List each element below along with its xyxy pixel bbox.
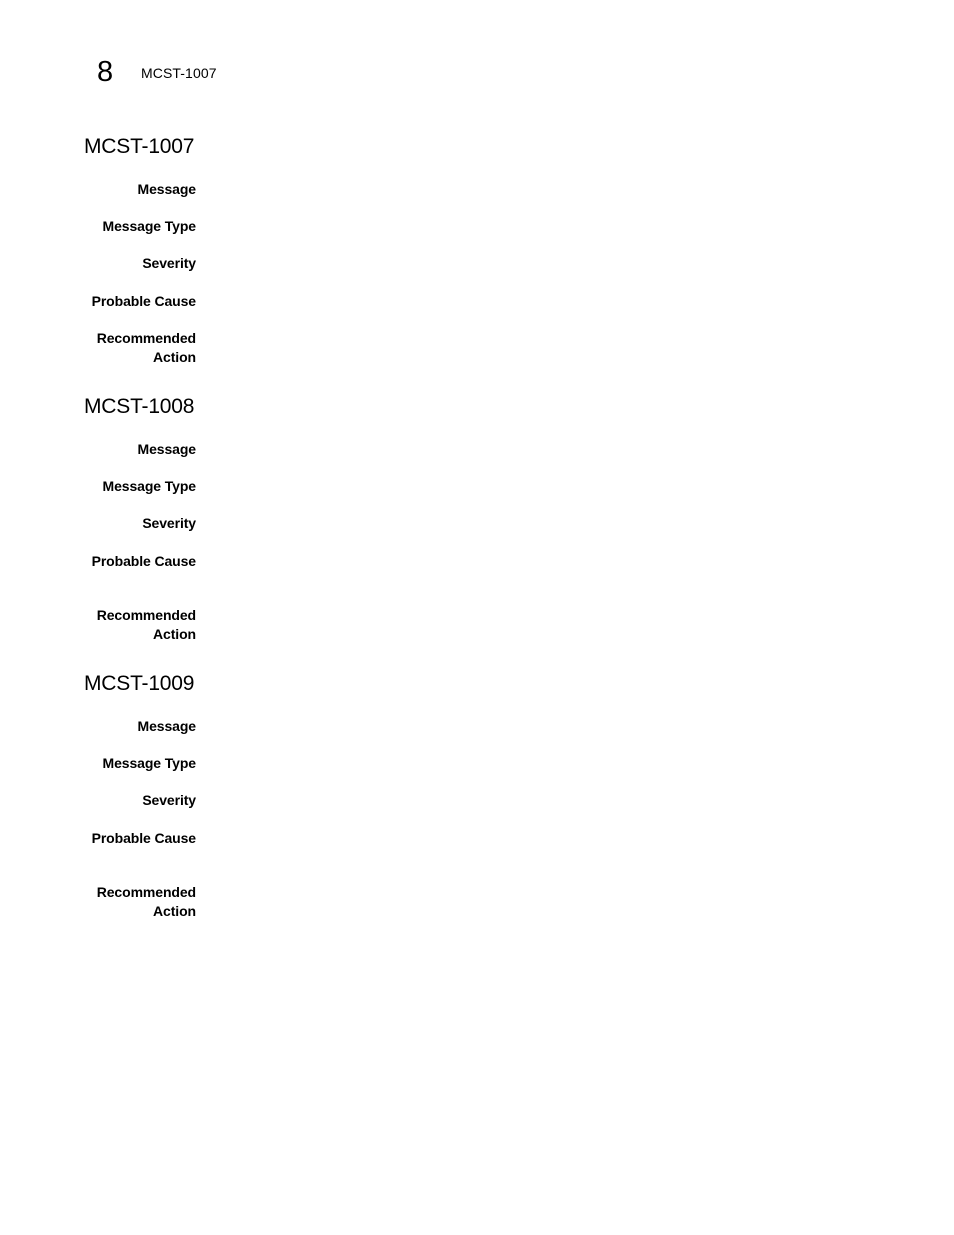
field-label-recommended-action: Recommended Action: [84, 883, 196, 921]
section-title: MCST-1008: [84, 395, 195, 418]
label-line: Action: [153, 903, 196, 919]
section-title: MCST-1007: [84, 135, 195, 158]
field-label-severity: Severity: [142, 515, 196, 531]
field-label-message: Message: [137, 718, 197, 734]
field-label-probable-cause: Probable Cause: [91, 553, 197, 569]
label-line: Recommended: [96, 330, 196, 346]
field-label-recommended-action: Recommended Action: [84, 606, 196, 644]
message-section: MCST-1009 Message Message Type Severity …: [84, 671, 884, 919]
field-label-message-type: Message Type: [102, 755, 197, 771]
field-label-probable-cause: Probable Cause: [91, 293, 197, 309]
field-label-probable-cause: Probable Cause: [91, 830, 197, 846]
field-label-message: Message: [137, 181, 197, 197]
running-title: MCST-1007: [141, 65, 217, 81]
section-title: MCST-1009: [84, 672, 195, 695]
label-line: Recommended: [96, 607, 196, 623]
label-line: Action: [153, 349, 196, 365]
field-label-severity: Severity: [142, 792, 196, 808]
message-section: MCST-1007 Message Message Type Severity …: [84, 134, 884, 365]
field-label-recommended-action: Recommended Action: [84, 329, 196, 367]
message-section: MCST-1008 Message Message Type Severity …: [84, 394, 884, 642]
label-line: Action: [153, 626, 196, 642]
field-label-message-type: Message Type: [102, 218, 197, 234]
field-label-message-type: Message Type: [102, 478, 197, 494]
field-label-severity: Severity: [142, 255, 196, 271]
chapter-number: 8: [97, 56, 114, 88]
field-label-message: Message: [137, 441, 197, 457]
label-line: Recommended: [96, 884, 196, 900]
